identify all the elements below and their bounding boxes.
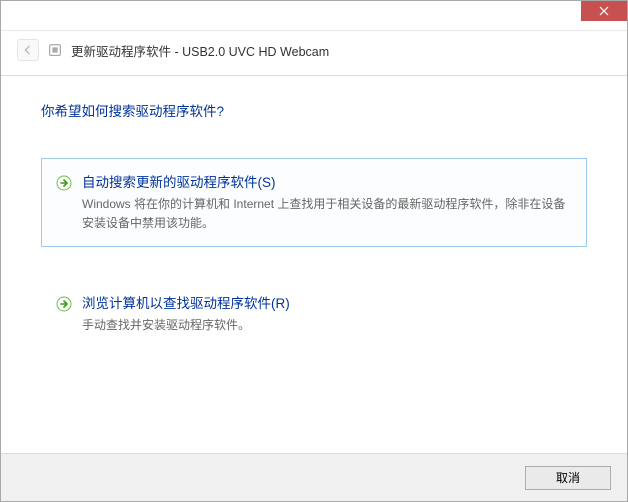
option-body: 自动搜索更新的驱动程序软件(S) Windows 将在你的计算机和 Intern… <box>82 171 572 232</box>
close-button[interactable] <box>581 1 627 21</box>
option-browse-computer[interactable]: 浏览计算机以查找驱动程序软件(R) 手动查找并安装驱动程序软件。 <box>41 279 587 350</box>
device-icon <box>47 42 63 58</box>
option-title: 浏览计算机以查找驱动程序软件(R) <box>82 292 572 312</box>
option-body: 浏览计算机以查找驱动程序软件(R) 手动查找并安装驱动程序软件。 <box>82 292 572 335</box>
question-heading: 你希望如何搜索驱动程序软件? <box>41 100 587 120</box>
option-title: 自动搜索更新的驱动程序软件(S) <box>82 171 572 191</box>
option-auto-search[interactable]: 自动搜索更新的驱动程序软件(S) Windows 将在你的计算机和 Intern… <box>41 158 587 247</box>
back-button <box>17 39 39 61</box>
content-area: 你希望如何搜索驱动程序软件? 自动搜索更新的驱动程序软件(S) Windows … <box>1 76 627 392</box>
back-arrow-icon <box>22 44 34 56</box>
titlebar <box>1 1 627 31</box>
arrow-right-icon <box>56 296 72 312</box>
footer: 取消 <box>1 453 627 501</box>
option-description: Windows 将在你的计算机和 Internet 上查找用于相关设备的最新驱动… <box>82 195 572 232</box>
arrow-right-icon <box>56 175 72 191</box>
close-icon <box>599 6 609 16</box>
cancel-button[interactable]: 取消 <box>525 466 611 490</box>
header: 更新驱动程序软件 - USB2.0 UVC HD Webcam <box>1 31 627 76</box>
option-description: 手动查找并安装驱动程序软件。 <box>82 316 572 335</box>
window-title: 更新驱动程序软件 - USB2.0 UVC HD Webcam <box>71 41 329 60</box>
